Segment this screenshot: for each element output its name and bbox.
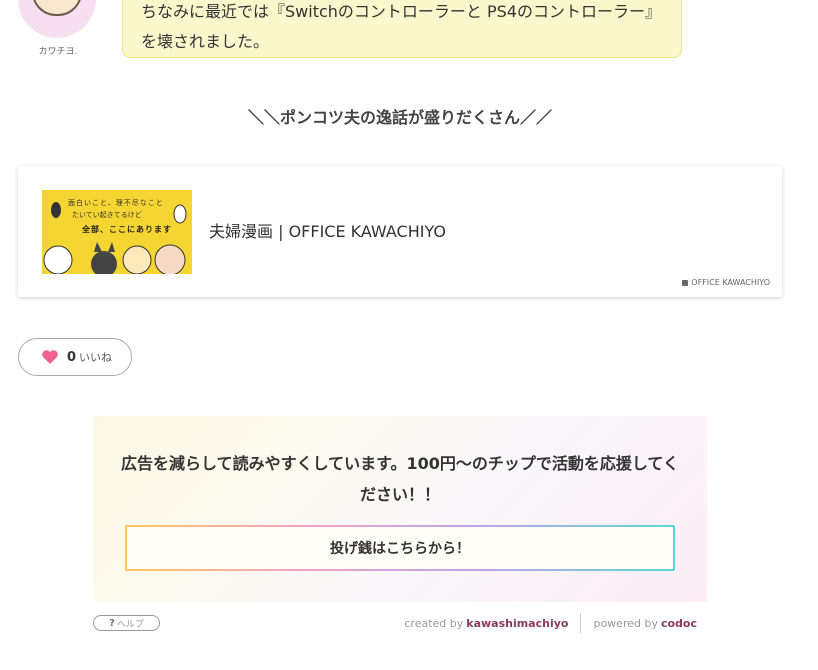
like-count: 0 — [67, 349, 77, 365]
powered-by-prefix: powered by — [593, 616, 658, 630]
tip-footer: ? ヘルプ created by kawashimachiyo powered b… — [93, 612, 707, 634]
powered-by-link[interactable]: codoc — [661, 617, 697, 630]
author-avatar-block: カワチヨ. — [18, 0, 98, 57]
heart-icon — [42, 350, 58, 364]
help-label: ヘルプ — [116, 619, 144, 630]
characters-illustration — [43, 202, 187, 274]
blog-card-site: OFFICE KAWACHIYO — [682, 278, 770, 287]
help-button[interactable]: ? ヘルプ — [93, 615, 160, 631]
credits-divider — [580, 613, 582, 633]
tip-button[interactable]: 投げ銭はこちらから！ — [125, 525, 675, 571]
created-by-link[interactable]: kawashimachiyo — [466, 617, 568, 630]
question-icon: ? — [109, 617, 115, 629]
tip-message: 広告を減らして読みやすくしています。100円〜のチップで活動を応援してください！… — [121, 454, 679, 504]
blog-card-link[interactable]: 面白いこと、理不尽なこと たいてい起きてるけど 全部、ここにあります 夫婦漫画 … — [18, 166, 782, 297]
blog-card-site-name: OFFICE KAWACHIYO — [691, 278, 770, 287]
blog-card-title: 夫婦漫画 | OFFICE KAWACHIYO — [209, 222, 446, 241]
tip-box: 広告を減らして読みやすくしています。100円〜のチップで活動を応援してください！… — [93, 416, 707, 602]
like-button[interactable]: 0 いいね — [18, 338, 132, 376]
intro-heading: ＼＼ポンコツ夫の逸話が盛りだくさん／／ — [247, 108, 552, 127]
credits: created by kawashimachiyo powered by cod… — [404, 613, 697, 633]
created-by-prefix: created by — [404, 616, 464, 630]
avatar-face — [32, 0, 82, 16]
speech-bubble: ちなみに最近では『Switchのコントローラーと PS4のコントローラー』を壊さ… — [122, 0, 682, 58]
blog-card-thumbnail: 面白いこと、理不尽なこと たいてい起きてるけど 全部、ここにあります — [42, 190, 192, 274]
like-label: いいね — [79, 351, 113, 364]
favicon-icon — [682, 279, 689, 286]
author-name: カワチヨ. — [38, 47, 78, 57]
avatar — [18, 0, 96, 38]
